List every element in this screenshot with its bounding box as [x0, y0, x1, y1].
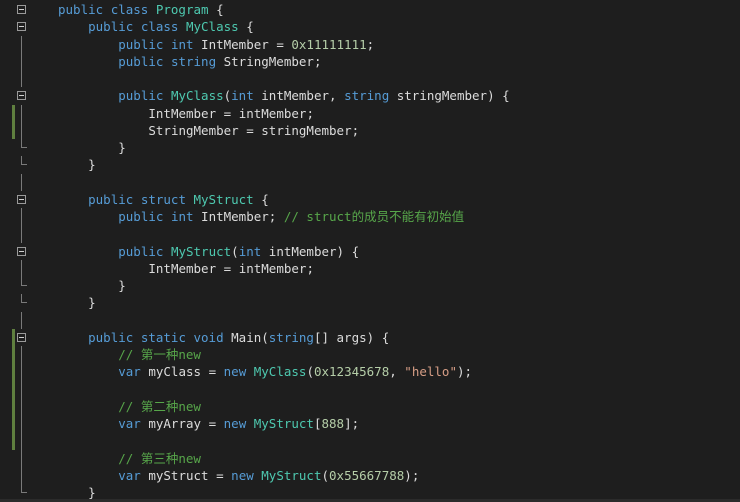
code-line[interactable]: // 第三种new [0, 449, 740, 467]
collapse-icon[interactable] [17, 246, 26, 256]
change-marker [12, 104, 15, 122]
collapse-icon[interactable] [17, 194, 26, 204]
fold-guide-line [21, 466, 22, 484]
code-text: public int IntMember; // struct的成员不能有初始值 [118, 209, 465, 224]
fold-end-tick [21, 164, 27, 166]
code-line[interactable]: public string StringMember; [0, 52, 740, 70]
code-line[interactable]: public class MyClass { [0, 18, 740, 35]
fold-end-tick [21, 147, 27, 148]
code-text: public string StringMember; [118, 53, 322, 69]
code-text: } [88, 157, 96, 173]
code-text: public static void Main(string[] args) { [88, 329, 390, 345]
code-text: var myStruct = new MyStruct(0x55667788); [118, 467, 420, 483]
code-line[interactable]: var myClass = new MyClass(0x12345678, "h… [0, 363, 740, 381]
code-text: // 第三种new [118, 450, 201, 466]
code-line[interactable]: public static void Main(string[] args) { [0, 328, 740, 346]
change-marker [12, 328, 15, 346]
fold-guide-line [21, 70, 22, 88]
code-line[interactable]: } [0, 156, 740, 173]
code-text: // 第一种new [118, 347, 201, 362]
collapse-icon[interactable] [17, 22, 26, 32]
fold-guide-line [21, 173, 22, 191]
fold-guide-line [21, 259, 22, 277]
fold-guide-line [21, 104, 22, 122]
code-line[interactable]: IntMember = intMember; [0, 259, 740, 277]
fold-guide-line [21, 363, 22, 381]
change-marker [12, 397, 15, 415]
code-line[interactable]: public int IntMember; // struct的成员不能有初始值 [0, 208, 740, 226]
code-line[interactable]: StringMember = stringMember; [0, 121, 740, 139]
code-text: var myArray = new MyStruct[888]; [118, 416, 360, 431]
fold-guide-line [21, 52, 22, 70]
code-line[interactable]: } [0, 294, 740, 311]
fold-guide-line [21, 397, 22, 415]
code-editor[interactable]: public class Program { public class MyCl… [0, 0, 740, 502]
fold-guide-line [21, 415, 22, 433]
change-marker [12, 363, 15, 381]
code-line[interactable]: var myStruct = new MyStruct(0x55667788); [0, 466, 740, 484]
code-line[interactable]: } [0, 139, 740, 156]
fold-guide-line [21, 208, 22, 226]
collapse-icon[interactable] [17, 91, 26, 101]
fold-end-tick [21, 492, 27, 493]
fold-guide-line [21, 35, 22, 53]
code-text: } [118, 140, 126, 155]
code-line[interactable]: } [0, 277, 740, 294]
code-text: public struct MyStruct { [88, 191, 269, 207]
code-text: public class MyClass { [88, 19, 254, 35]
code-line[interactable]: public MyStruct(int intMember) { [0, 243, 740, 260]
code-line[interactable] [0, 225, 740, 243]
fold-guide-line [21, 311, 22, 329]
code-line[interactable]: public struct MyStruct { [0, 191, 740, 208]
code-text: public int IntMember = 0x11111111; [118, 36, 375, 52]
code-line[interactable]: public class Program { [0, 1, 740, 18]
code-text: StringMember = stringMember; [148, 122, 360, 138]
code-text: public class Program { [58, 2, 224, 17]
code-line[interactable]: IntMember = intMember; [0, 104, 740, 122]
code-text: public MyClass(int intMember, string str… [118, 88, 510, 104]
code-text: IntMember = intMember; [148, 105, 314, 121]
fold-guide-line [21, 346, 22, 364]
code-line[interactable] [0, 311, 740, 329]
code-text: var myClass = new MyClass(0x12345678, "h… [118, 364, 473, 380]
fold-guide-line [21, 432, 22, 450]
fold-guide-line [21, 380, 22, 398]
code-line[interactable] [0, 380, 740, 398]
code-line[interactable]: var myArray = new MyStruct[888]; [0, 415, 740, 433]
change-marker [12, 346, 15, 364]
code-line[interactable] [0, 173, 740, 191]
fold-guide-line [21, 225, 22, 243]
code-line[interactable]: public int IntMember = 0x11111111; [0, 35, 740, 53]
code-text: // 第二种new [118, 398, 201, 414]
change-marker [12, 121, 15, 139]
code-text: } [88, 295, 96, 311]
code-text: } [118, 278, 126, 293]
collapse-icon[interactable] [17, 5, 26, 14]
fold-guide-line [21, 121, 22, 139]
change-marker [12, 415, 15, 433]
code-line[interactable]: // 第一种new [0, 346, 740, 364]
collapse-icon[interactable] [17, 332, 26, 342]
code-text: IntMember = intMember; [148, 260, 314, 276]
change-marker [12, 380, 15, 398]
change-marker [12, 432, 15, 450]
fold-end-tick [21, 302, 27, 304]
code-text: public MyStruct(int intMember) { [118, 243, 360, 259]
fold-end-tick [21, 285, 27, 286]
code-line[interactable] [0, 432, 740, 450]
code-line[interactable] [0, 70, 740, 88]
fold-guide-line [21, 449, 22, 467]
code-line[interactable]: public MyClass(int intMember, string str… [0, 87, 740, 104]
code-line[interactable]: // 第二种new [0, 397, 740, 415]
